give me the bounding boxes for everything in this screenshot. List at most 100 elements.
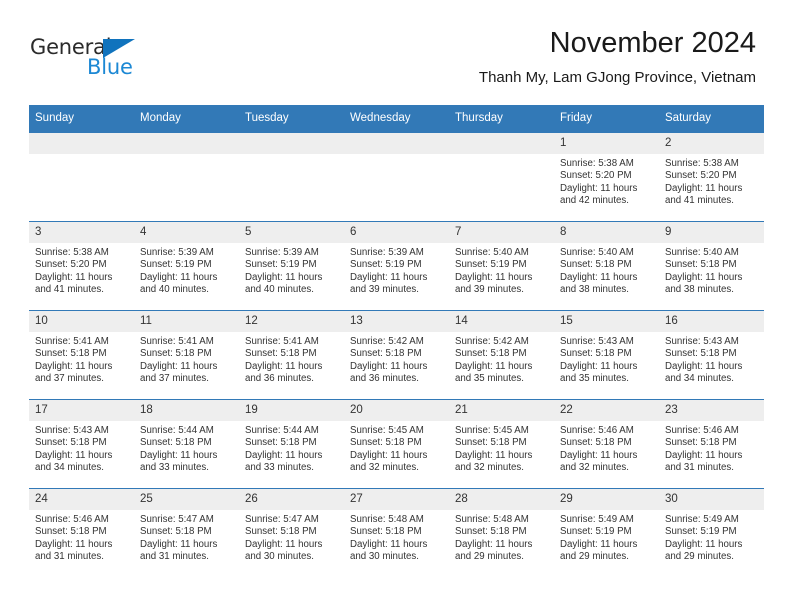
- sunrise-text: Sunrise: 5:47 AM: [140, 514, 214, 525]
- sunset-text: Sunset: 5:18 PM: [245, 437, 317, 449]
- calendar-day-cell[interactable]: 18 Sunrise: 5:44 AM Sunset: 5:18 PM Dayligh…: [134, 399, 239, 489]
- sunrise-text: Sunrise: 5:40 AM: [560, 247, 634, 258]
- calendar-day-cell[interactable]: 17 Sunrise: 5:43 AM Sunset: 5:18 PM Dayligh…: [29, 399, 134, 489]
- daylight-text-line1: Daylight: 11 hours: [35, 449, 113, 461]
- calendar-day-cell[interactable]: 11 Sunrise: 5:41 AM Sunset: 5:18 PM Dayligh…: [134, 310, 239, 400]
- calendar-day-cell[interactable]: 24 Sunrise: 5:46 AM Sunset: 5:18 PM Dayligh…: [29, 488, 134, 577]
- calendar-day-cell[interactable]: 9 Sunrise: 5:40 AM Sunset: 5:18 PM Daylight…: [659, 221, 764, 311]
- day-number: 22: [554, 400, 659, 421]
- calendar-day-cell[interactable]: 16 Sunrise: 5:43 AM Sunset: 5:18 PM Dayligh…: [659, 310, 764, 400]
- calendar-day-cell[interactable]: 4 Sunrise: 5:39 AM Sunset: 5:19 PM Daylight…: [134, 221, 239, 311]
- daylight-text-line2: and 33 minutes.: [245, 462, 314, 474]
- sunset-text: Sunset: 5:18 PM: [665, 437, 737, 449]
- day-number: 19: [239, 400, 344, 421]
- sunset-text: Sunset: 5:18 PM: [665, 348, 737, 360]
- daylight-text-line1: Daylight: 11 hours: [140, 271, 218, 283]
- day-number: 21: [449, 400, 554, 421]
- day-details: Sunrise: 5:40 AM Sunset: 5:18 PM Daylight:…: [659, 243, 764, 297]
- day-number: 23: [659, 400, 764, 421]
- daylight-text-line1: Daylight: 11 hours: [665, 360, 743, 372]
- sunset-text: Sunset: 5:19 PM: [665, 526, 737, 538]
- day-details: Sunrise: 5:40 AM Sunset: 5:19 PM Daylight:…: [449, 243, 554, 297]
- daylight-text-line1: Daylight: 11 hours: [35, 538, 113, 550]
- daylight-text-line1: Daylight: 11 hours: [455, 360, 533, 372]
- sunrise-text: Sunrise: 5:38 AM: [665, 158, 739, 169]
- calendar-day-cell[interactable]: 25 Sunrise: 5:47 AM Sunset: 5:18 PM Dayligh…: [134, 488, 239, 577]
- daylight-text-line2: and 39 minutes.: [350, 284, 419, 296]
- day-details: Sunrise: 5:43 AM Sunset: 5:18 PM Daylight:…: [659, 332, 764, 386]
- sunset-text: Sunset: 5:18 PM: [35, 526, 107, 538]
- calendar-day-cell[interactable]: 7 Sunrise: 5:40 AM Sunset: 5:19 PM Daylight…: [449, 221, 554, 311]
- calendar-day-cell[interactable]: 3 Sunrise: 5:38 AM Sunset: 5:20 PM Daylight…: [29, 221, 134, 311]
- calendar-week-row: 10 Sunrise: 5:41 AM Sunset: 5:18 PM Dayligh…: [29, 310, 764, 400]
- weekday-header-monday: Monday: [134, 105, 239, 133]
- day-details: Sunrise: 5:49 AM Sunset: 5:19 PM Daylight:…: [659, 510, 764, 564]
- daylight-text-line2: and 29 minutes.: [560, 551, 629, 563]
- daylight-text-line2: and 41 minutes.: [665, 195, 734, 207]
- calendar-day-cell[interactable]: 21 Sunrise: 5:45 AM Sunset: 5:18 PM Dayligh…: [449, 399, 554, 489]
- day-number: 12: [239, 311, 344, 332]
- sunrise-text: Sunrise: 5:43 AM: [665, 336, 739, 347]
- sunset-text: Sunset: 5:19 PM: [560, 526, 632, 538]
- calendar-day-cell[interactable]: 12 Sunrise: 5:41 AM Sunset: 5:18 PM Dayligh…: [239, 310, 344, 400]
- day-details: Sunrise: 5:48 AM Sunset: 5:18 PM Daylight:…: [344, 510, 449, 564]
- day-details: Sunrise: 5:39 AM Sunset: 5:19 PM Daylight:…: [134, 243, 239, 297]
- calendar-day-cell[interactable]: 23 Sunrise: 5:46 AM Sunset: 5:18 PM Dayligh…: [659, 399, 764, 489]
- daylight-text-line1: Daylight: 11 hours: [665, 449, 743, 461]
- calendar-day-cell[interactable]: 14 Sunrise: 5:42 AM Sunset: 5:18 PM Dayligh…: [449, 310, 554, 400]
- sunrise-text: Sunrise: 5:38 AM: [35, 247, 109, 258]
- sunset-text: Sunset: 5:18 PM: [245, 348, 317, 360]
- sunset-text: Sunset: 5:18 PM: [455, 526, 527, 538]
- calendar-week-row: 17 Sunrise: 5:43 AM Sunset: 5:18 PM Dayligh…: [29, 399, 764, 489]
- day-number: 16: [659, 311, 764, 332]
- calendar-day-cell[interactable]: 15 Sunrise: 5:43 AM Sunset: 5:18 PM Dayligh…: [554, 310, 659, 400]
- calendar-day-cell[interactable]: 28 Sunrise: 5:48 AM Sunset: 5:18 PM Dayligh…: [449, 488, 554, 577]
- daylight-text-line2: and 39 minutes.: [455, 284, 524, 296]
- calendar-day-cell[interactable]: 27 Sunrise: 5:48 AM Sunset: 5:18 PM Dayligh…: [344, 488, 449, 577]
- sunset-text: Sunset: 5:18 PM: [245, 526, 317, 538]
- daylight-text-line2: and 30 minutes.: [245, 551, 314, 563]
- day-number: [29, 133, 134, 154]
- sunrise-text: Sunrise: 5:40 AM: [665, 247, 739, 258]
- calendar-day-cell[interactable]: 1 Sunrise: 5:38 AM Sunset: 5:20 PM Daylight…: [554, 132, 659, 222]
- calendar-body: 1 Sunrise: 5:38 AM Sunset: 5:20 PM Daylight…: [29, 132, 764, 577]
- day-details: Sunrise: 5:44 AM Sunset: 5:18 PM Daylight:…: [239, 421, 344, 475]
- calendar-day-cell[interactable]: 22 Sunrise: 5:46 AM Sunset: 5:18 PM Dayligh…: [554, 399, 659, 489]
- sunrise-text: Sunrise: 5:48 AM: [455, 514, 529, 525]
- daylight-text-line2: and 33 minutes.: [140, 462, 209, 474]
- day-details: Sunrise: 5:39 AM Sunset: 5:19 PM Daylight:…: [239, 243, 344, 297]
- calendar-day-cell[interactable]: 10 Sunrise: 5:41 AM Sunset: 5:18 PM Dayligh…: [29, 310, 134, 400]
- sunrise-text: Sunrise: 5:46 AM: [665, 425, 739, 436]
- day-number: 26: [239, 489, 344, 510]
- calendar-day-cell[interactable]: 20 Sunrise: 5:45 AM Sunset: 5:18 PM Dayligh…: [344, 399, 449, 489]
- day-number: [239, 133, 344, 154]
- calendar-day-cell[interactable]: 29 Sunrise: 5:49 AM Sunset: 5:19 PM Dayligh…: [554, 488, 659, 577]
- calendar-day-cell[interactable]: 19 Sunrise: 5:44 AM Sunset: 5:18 PM Dayligh…: [239, 399, 344, 489]
- daylight-text-line1: Daylight: 11 hours: [560, 538, 638, 550]
- daylight-text-line1: Daylight: 11 hours: [245, 360, 323, 372]
- daylight-text-line1: Daylight: 11 hours: [350, 360, 428, 372]
- sunrise-text: Sunrise: 5:41 AM: [140, 336, 214, 347]
- weekday-header-saturday: Saturday: [659, 105, 764, 133]
- calendar-day-cell[interactable]: 6 Sunrise: 5:39 AM Sunset: 5:19 PM Daylight…: [344, 221, 449, 311]
- calendar-day-cell[interactable]: 13 Sunrise: 5:42 AM Sunset: 5:18 PM Dayligh…: [344, 310, 449, 400]
- sunrise-text: Sunrise: 5:42 AM: [455, 336, 529, 347]
- day-details: Sunrise: 5:40 AM Sunset: 5:18 PM Daylight:…: [554, 243, 659, 297]
- sunrise-text: Sunrise: 5:40 AM: [455, 247, 529, 258]
- sunrise-text: Sunrise: 5:44 AM: [245, 425, 319, 436]
- calendar-day-cell[interactable]: 26 Sunrise: 5:47 AM Sunset: 5:18 PM Dayligh…: [239, 488, 344, 577]
- calendar-header-row: Sunday Monday Tuesday Wednesday Thursday…: [29, 105, 764, 133]
- page-subtitle: Thanh My, Lam GJong Province, Vietnam: [478, 69, 756, 86]
- sunrise-text: Sunrise: 5:43 AM: [35, 425, 109, 436]
- day-number: 17: [29, 400, 134, 421]
- calendar-day-cell[interactable]: 8 Sunrise: 5:40 AM Sunset: 5:18 PM Daylight…: [554, 221, 659, 311]
- daylight-text-line2: and 42 minutes.: [560, 195, 629, 207]
- sunrise-text: Sunrise: 5:46 AM: [35, 514, 109, 525]
- calendar-day-cell[interactable]: 2 Sunrise: 5:38 AM Sunset: 5:20 PM Daylight…: [659, 132, 764, 222]
- calendar-day-cell[interactable]: 5 Sunrise: 5:39 AM Sunset: 5:19 PM Daylight…: [239, 221, 344, 311]
- sunrise-text: Sunrise: 5:39 AM: [140, 247, 214, 258]
- generalblue-logo[interactable]: General Blue: [30, 36, 190, 82]
- calendar-day-cell[interactable]: 30 Sunrise: 5:49 AM Sunset: 5:19 PM Dayligh…: [659, 488, 764, 577]
- daylight-text-line1: Daylight: 11 hours: [245, 538, 323, 550]
- day-details: Sunrise: 5:46 AM Sunset: 5:18 PM Daylight:…: [659, 421, 764, 475]
